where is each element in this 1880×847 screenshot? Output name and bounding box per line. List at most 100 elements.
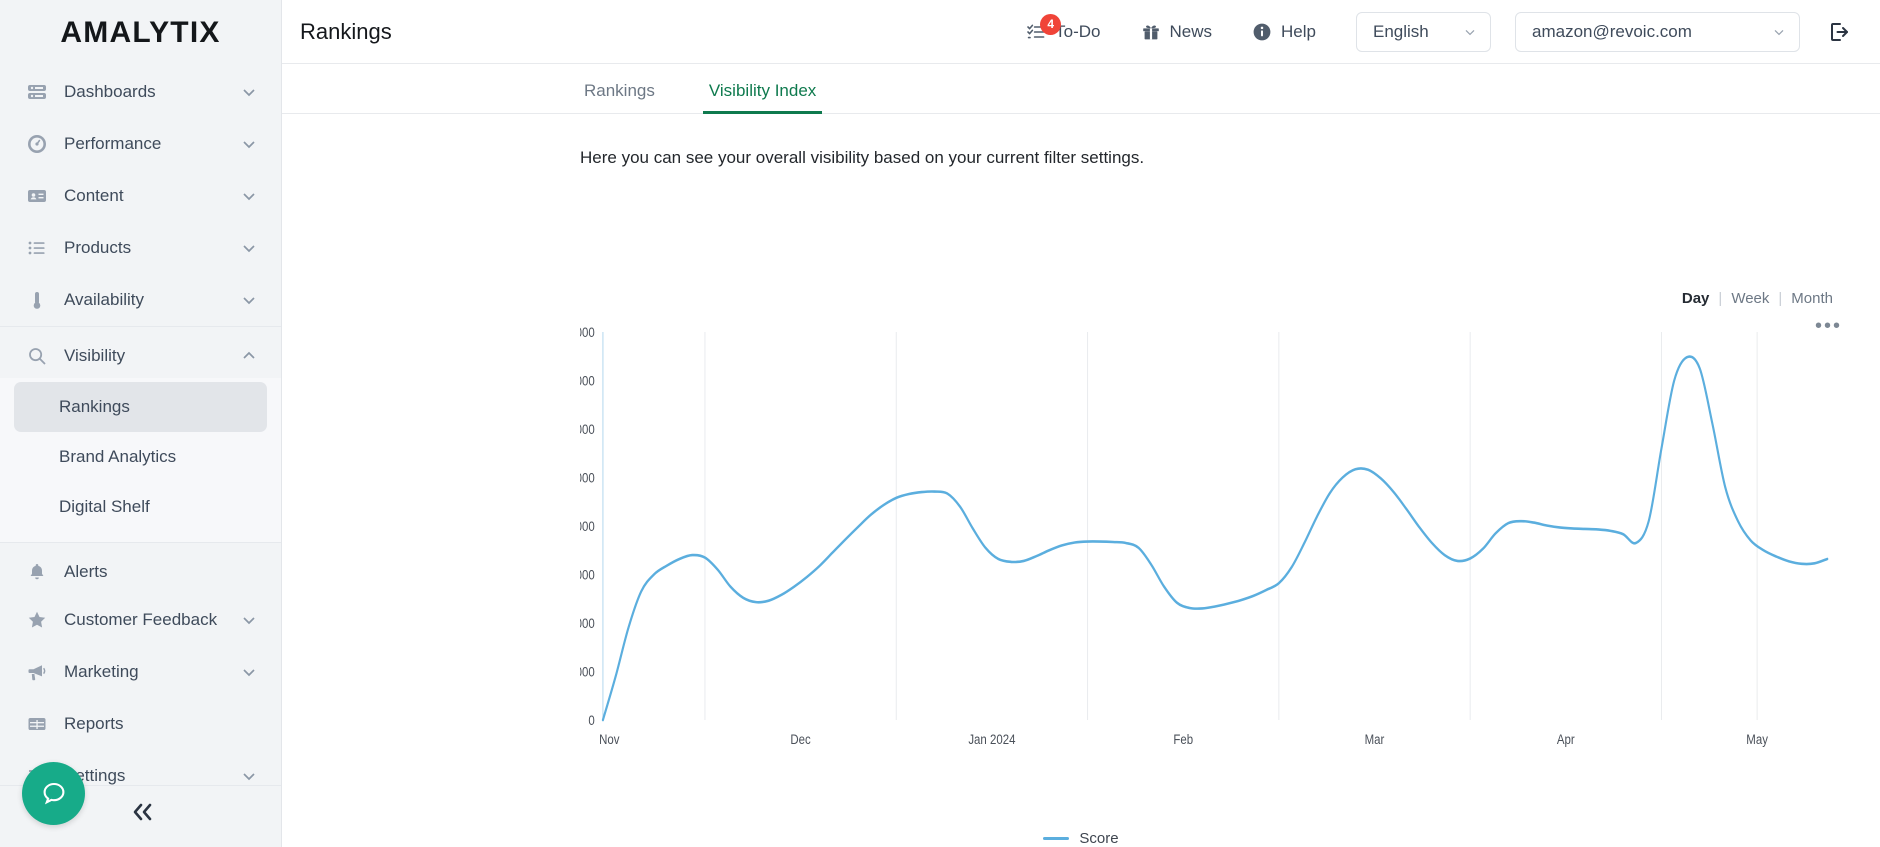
help-label: Help [1281,22,1316,42]
sidebar-item-label: Settings [64,766,239,786]
visibility-submenu: Rankings Brand Analytics Digital Shelf [0,378,281,542]
page-title: Rankings [300,19,392,45]
chevron-down-icon[interactable] [239,766,259,786]
chevron-double-left-icon[interactable] [120,795,166,829]
todo-badge: 4 [1040,14,1061,35]
chevron-down-icon[interactable] [239,186,259,206]
sidebar-item-content[interactable]: Content [0,170,281,222]
help-button[interactable]: Help [1252,22,1316,42]
todo-label: To-Do [1055,22,1100,42]
tab-bar: Rankings Visibility Index [282,64,1880,114]
main-area: Rankings 4 To-Do News Help [282,0,1880,847]
chart-x-tick: Apr [1557,731,1575,747]
gift-icon [1141,22,1161,42]
chevron-down-icon [1444,24,1478,40]
sidebar-item-performance[interactable]: Performance [0,118,281,170]
range-option-day[interactable]: Day [1673,290,1719,307]
sidebar-item-label: Dashboards [64,82,239,102]
brand-logo[interactable]: AMALYTIX [0,0,281,66]
chart-gridlines [603,332,1757,720]
sidebar-item-label: Visibility [64,346,239,366]
range-option-month[interactable]: Month [1782,290,1842,307]
news-button[interactable]: News [1141,22,1213,42]
chart-y-tick: 40,000 [580,518,595,534]
sidebar-subitem-label: Rankings [59,397,130,417]
chart-x-tick: Mar [1365,731,1385,747]
chart-y-tick: 60,000 [580,421,595,437]
account-select[interactable]: amazon@revoic.com [1515,12,1800,52]
chat-bubble-icon[interactable] [22,762,85,825]
chevron-down-icon[interactable] [239,82,259,102]
chevron-down-icon[interactable] [239,662,259,682]
search-icon [26,345,48,367]
megaphone-icon [26,661,48,683]
sidebar-subitem-label: Brand Analytics [59,447,176,467]
chevron-down-icon [1753,24,1787,40]
chevron-down-icon[interactable] [239,238,259,258]
table-icon [26,713,48,735]
range-option-week[interactable]: Week [1722,290,1778,307]
sidebar-item-label: Content [64,186,239,206]
sidebar-item-dashboards[interactable]: Dashboards [0,66,281,118]
chart-x-tick: Nov [599,731,620,747]
sidebar-item-label: Marketing [64,662,239,682]
sidebar-item-visibility[interactable]: Visibility [0,326,281,378]
sidebar: AMALYTIX Dashboards Performance Content [0,0,282,847]
star-icon [26,609,48,631]
account-value: amazon@revoic.com [1532,22,1692,42]
sidebar-item-availability[interactable]: Availability [0,274,281,326]
sidebar-item-label: Customer Feedback [64,610,239,630]
sidebar-item-brand-analytics[interactable]: Brand Analytics [14,432,267,482]
sidebar-item-label: Performance [64,134,239,154]
chart-y-tick: 0 [588,712,594,728]
chart-x-axis: NovDecJan 2024FebMarAprMay [599,731,1768,747]
chart-y-tick: 80,000 [580,326,595,340]
chart-legend: Score [282,830,1880,847]
chart-y-tick: 50,000 [580,469,595,485]
todo-button[interactable]: 4 To-Do [1026,22,1100,42]
top-bar-right: 4 To-Do News Help English [986,12,1856,52]
sidebar-item-alerts[interactable]: Alerts [0,542,281,594]
tab-label: Visibility Index [709,81,816,100]
visibility-chart[interactable]: 010,00020,00030,00040,00050,00060,00070,… [580,326,1842,806]
tab-label: Rankings [584,81,655,100]
chart-y-tick: 70,000 [580,372,595,388]
sidebar-item-label: Products [64,238,239,258]
chart-y-tick: 30,000 [580,566,595,582]
info-icon [1252,22,1272,42]
sidebar-item-products[interactable]: Products [0,222,281,274]
sidebar-item-digital-shelf[interactable]: Digital Shelf [14,482,267,532]
top-bar: Rankings 4 To-Do News Help [282,0,1880,64]
chart-x-tick: Feb [1173,731,1193,747]
legend-swatch-score [1043,837,1069,840]
sidebar-item-rankings[interactable]: Rankings [14,382,267,432]
sidebar-item-reports[interactable]: Reports [0,698,281,750]
chart-x-tick: Jan 2024 [968,731,1015,747]
tab-visibility-index[interactable]: Visibility Index [703,81,822,113]
chart-y-tick: 20,000 [580,615,595,631]
id-card-icon [26,185,48,207]
sidebar-item-marketing[interactable]: Marketing [0,646,281,698]
chart-line-score [603,357,1827,720]
intro-text: Here you can see your overall visibility… [580,114,1840,168]
sidebar-subitem-label: Digital Shelf [59,497,150,517]
sidebar-item-label: Availability [64,290,239,310]
language-select[interactable]: English [1356,12,1491,52]
news-label: News [1170,22,1213,42]
content-area: Here you can see your overall visibility… [282,114,1880,847]
language-value: English [1373,22,1429,42]
chevron-down-icon[interactable] [239,610,259,630]
chart-y-axis: 010,00020,00030,00040,00050,00060,00070,… [580,326,595,728]
chevron-down-icon[interactable] [239,290,259,310]
sidebar-item-customer-feedback[interactable]: Customer Feedback [0,594,281,646]
brand-name: AMALYTIX [60,16,220,50]
sidebar-item-label: Reports [64,714,259,734]
servers-icon [26,81,48,103]
chevron-up-icon[interactable] [239,346,259,366]
sidebar-item-label: Alerts [64,562,259,582]
bell-icon [26,561,48,583]
tab-rankings[interactable]: Rankings [578,81,661,113]
gauge-icon [26,133,48,155]
chevron-down-icon[interactable] [239,134,259,154]
logout-icon[interactable] [1822,15,1856,49]
